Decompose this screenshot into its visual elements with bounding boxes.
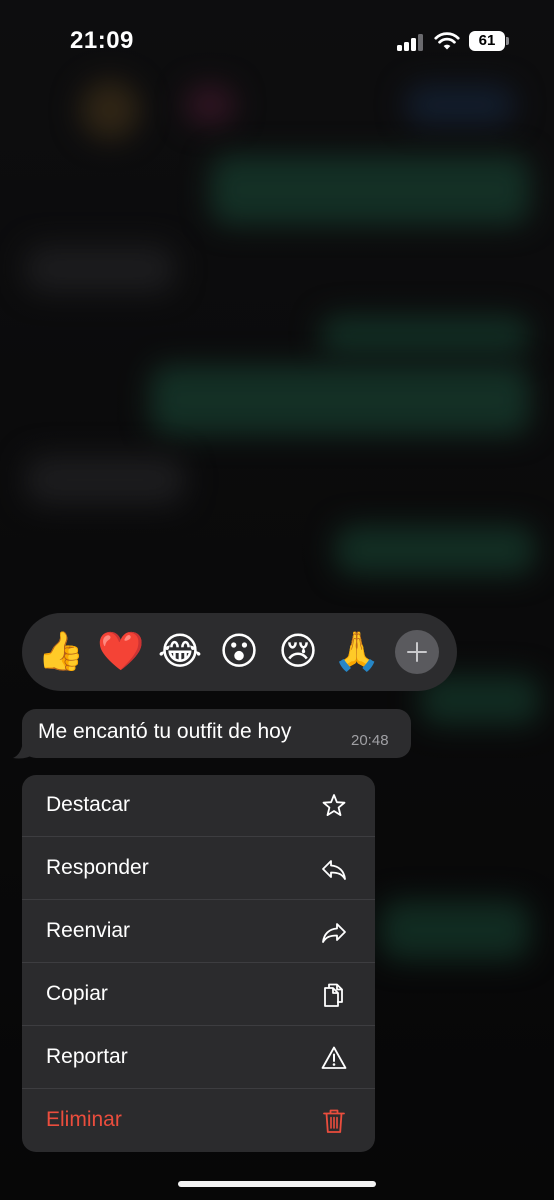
more-reactions-button[interactable]	[395, 630, 439, 674]
cellular-signal-icon	[397, 33, 425, 51]
menu-item-label: Copiar	[46, 982, 108, 1005]
reply-icon	[322, 860, 346, 880]
menu-divider	[22, 1025, 375, 1026]
menu-divider	[22, 962, 375, 963]
forward-icon	[322, 923, 346, 943]
wifi-icon	[434, 32, 460, 50]
battery-tip	[506, 37, 509, 45]
menu-divider	[22, 1088, 375, 1089]
menu-item-label: Responder	[46, 856, 149, 879]
home-indicator[interactable]	[178, 1181, 376, 1187]
message-text: Me encantó tu outfit de hoy	[38, 720, 292, 743]
copy-icon	[324, 983, 343, 1007]
menu-item-responder[interactable]: Responder	[22, 838, 375, 900]
reaction-heart[interactable]: ❤️	[94, 625, 148, 679]
menu-item-reenviar[interactable]: Reenviar	[22, 901, 375, 963]
message-context-menu: Destacar Responder Reenviar Copiar Repor…	[22, 775, 375, 1152]
reaction-thumbs-up[interactable]: 👍	[34, 625, 88, 679]
menu-item-label: Reenviar	[46, 919, 131, 942]
message-bubble[interactable]: Me encantó tu outfit de hoy 20:48	[22, 709, 411, 758]
reaction-laughing[interactable]: 😂	[153, 625, 207, 679]
battery-indicator: 61	[469, 31, 505, 51]
star-icon	[322, 794, 346, 816]
warning-icon	[321, 1046, 347, 1069]
reaction-surprised[interactable]: 😮	[212, 625, 266, 679]
menu-divider	[22, 836, 375, 837]
plus-icon	[407, 642, 427, 662]
menu-divider	[22, 899, 375, 900]
menu-item-label: Eliminar	[46, 1108, 122, 1131]
menu-item-label: Reportar	[46, 1045, 128, 1068]
menu-item-label: Destacar	[46, 793, 131, 816]
menu-item-eliminar[interactable]: Eliminar	[22, 1090, 375, 1152]
status-time: 21:09	[70, 27, 134, 54]
menu-item-reportar[interactable]: Reportar	[22, 1027, 375, 1089]
menu-item-copiar[interactable]: Copiar	[22, 964, 375, 1026]
message-timestamp: 20:48	[351, 732, 389, 749]
menu-item-destacar[interactable]: Destacar	[22, 775, 375, 837]
reaction-crying[interactable]: 😢	[271, 625, 325, 679]
reaction-praying-hands[interactable]: 🙏	[330, 625, 384, 679]
trash-icon	[323, 1109, 345, 1133]
reaction-bar: 👍 ❤️ 😂 😮 😢 🙏	[22, 613, 457, 691]
status-bar: 21:09 61	[0, 0, 554, 80]
